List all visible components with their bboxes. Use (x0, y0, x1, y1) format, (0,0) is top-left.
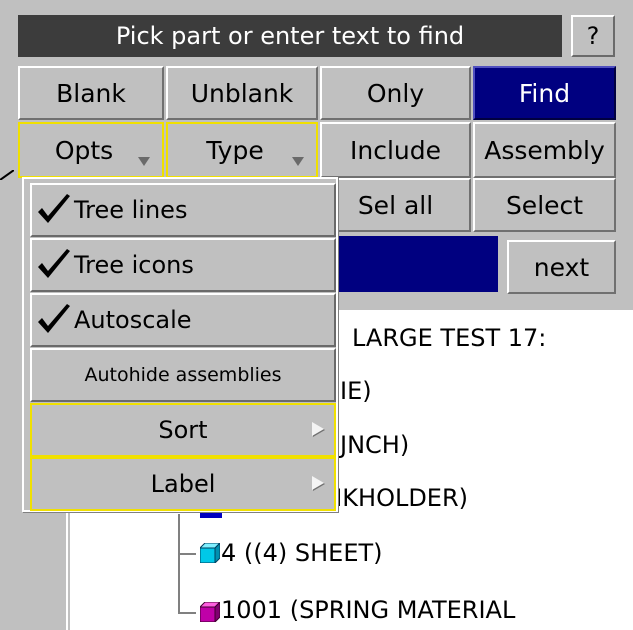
tree-connector (178, 514, 180, 614)
checkmark-icon (38, 304, 70, 333)
tree-connector (178, 553, 196, 555)
dropdown-triangle-icon (292, 157, 304, 166)
menu-item-autoscale[interactable]: Autoscale (30, 293, 336, 347)
sel-all-button[interactable]: Sel all (320, 178, 471, 232)
menu-item-label: Autohide assemblies (84, 364, 282, 386)
assembly-label: Assembly (484, 135, 605, 165)
checkmark-icon (38, 194, 70, 223)
find-panel: Pick part or enter text to find ? Blank … (0, 0, 633, 630)
menu-item-label: Tree lines (74, 196, 188, 224)
dropdown-triangle-icon (138, 157, 150, 166)
submenu-arrow-icon (312, 422, 324, 436)
menu-item-sort[interactable]: Sort (30, 403, 336, 457)
menu-item-label: Autoscale (74, 306, 192, 334)
only-button[interactable]: Only (320, 66, 471, 120)
tree-row[interactable]: 4 ((4) SHEET) (221, 539, 383, 567)
tree-connector (178, 612, 196, 614)
opts-label: Opts (54, 135, 114, 165)
next-button[interactable]: next (507, 240, 616, 294)
blank-button[interactable]: Blank (18, 66, 164, 120)
pointer-tick-icon (0, 170, 14, 180)
type-button[interactable]: Type (166, 122, 318, 178)
type-label: Type (206, 135, 264, 165)
find-label: Find (518, 78, 571, 108)
menu-item-tree-icons[interactable]: Tree icons (30, 238, 336, 292)
menu-item-label: Label (150, 470, 216, 498)
sel-all-label: Sel all (357, 190, 434, 220)
unblank-button[interactable]: Unblank (166, 66, 318, 120)
checkmark-icon (38, 249, 70, 278)
select-button[interactable]: Select (473, 178, 616, 232)
help-label: ? (586, 22, 600, 50)
part-cube-icon (200, 543, 220, 563)
find-text-title[interactable]: Pick part or enter text to find (18, 15, 562, 57)
menu-item-label: Sort (158, 416, 208, 444)
menu-item-tree-lines[interactable]: Tree lines (30, 183, 336, 237)
next-label: next (533, 252, 590, 282)
help-button[interactable]: ? (571, 15, 615, 57)
unblank-label: Unblank (190, 78, 294, 108)
menu-item-autohide-assemblies[interactable]: Autohide assemblies (30, 348, 336, 402)
tree-row[interactable]: JNCH) (340, 431, 409, 459)
tree-row[interactable]: LARGE TEST 17: (352, 324, 546, 352)
find-button[interactable]: Find (473, 66, 616, 120)
title-label: Pick part or enter text to find (115, 22, 465, 50)
search-text-field[interactable] (335, 236, 498, 292)
include-label: Include (349, 135, 441, 165)
select-label: Select (505, 190, 584, 220)
part-cube-icon (200, 602, 220, 622)
menu-item-label-options[interactable]: Label (30, 457, 336, 511)
assembly-button[interactable]: Assembly (473, 122, 616, 178)
blank-label: Blank (56, 78, 126, 108)
include-button[interactable]: Include (320, 122, 471, 178)
submenu-arrow-icon (312, 476, 324, 490)
tree-row[interactable]: IE) (340, 377, 372, 405)
only-label: Only (366, 78, 425, 108)
opts-button[interactable]: Opts (18, 122, 164, 178)
opts-menu: Tree lines Tree icons Autoscale Autohide… (22, 177, 338, 512)
menu-item-label: Tree icons (74, 251, 194, 279)
tree-row[interactable]: 1001 (SPRING MATERIAL (221, 596, 515, 624)
